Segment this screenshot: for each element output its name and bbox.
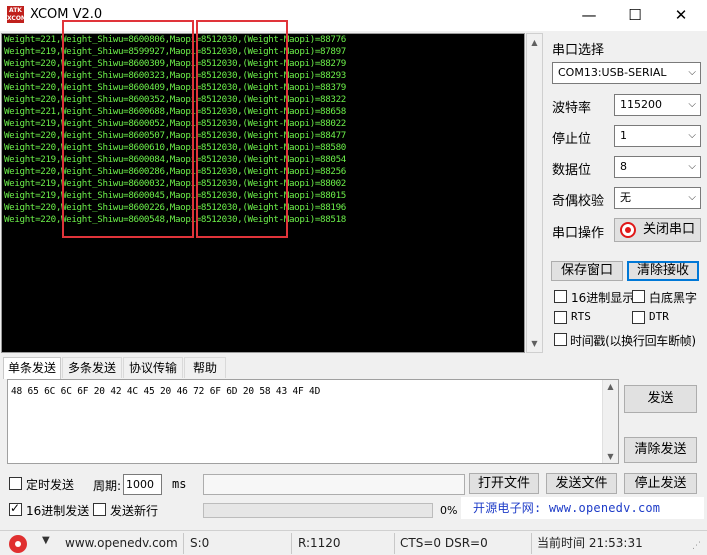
save-window-button[interactable]: 保存窗口 — [551, 261, 623, 281]
receive-scrollbar[interactable]: ▲ ▼ — [526, 33, 543, 353]
port-select-value: COM13:USB-SERIAL — [558, 66, 667, 79]
white-bg-checkbox[interactable] — [632, 290, 645, 303]
parity-label: 奇偶校验 — [552, 194, 605, 209]
chevron-down-icon: ⌵ — [688, 130, 696, 141]
progress-percent: 0% — [440, 504, 458, 517]
chevron-down-icon: ⌵ — [688, 192, 696, 203]
website-link[interactable]: 开源电子网: www.openedv.com — [461, 497, 704, 519]
send-newline-label: 发送新行 — [110, 504, 159, 518]
send-button[interactable]: 发送 — [624, 385, 697, 413]
chevron-down-icon: ⌵ — [688, 99, 696, 110]
send-text-content: 48 65 6C 6C 6F 20 42 4C 45 20 46 72 6F 6… — [11, 386, 321, 397]
maximize-button[interactable]: ☐ — [612, 0, 658, 31]
send-scrollbar[interactable]: ▲ ▼ — [602, 380, 618, 463]
status-sent-count: S:0 — [186, 533, 292, 554]
data-bits-label: 数据位 — [552, 163, 592, 178]
close-port-button[interactable]: 关闭串口 — [614, 218, 701, 242]
baud-rate-select[interactable]: 115200 ⌵ — [614, 94, 701, 116]
scroll-down-icon[interactable]: ▼ — [527, 335, 542, 352]
data-bits-select[interactable]: 8 ⌵ — [614, 156, 701, 178]
baud-rate-label: 波特率 — [552, 101, 592, 116]
file-path-input[interactable] — [203, 474, 465, 495]
hex-display-label: 16进制显示 — [571, 291, 635, 305]
chevron-down-icon[interactable]: ▼ — [42, 535, 50, 546]
scroll-up-icon[interactable]: ▲ — [603, 382, 618, 391]
send-file-button[interactable]: 发送文件 — [546, 473, 617, 494]
minimize-button[interactable]: — — [566, 0, 612, 31]
dtr-label: DTR — [649, 310, 669, 323]
app-logo-icon: ATK XCOM — [7, 6, 27, 23]
parity-value: 无 — [620, 191, 631, 204]
port-operation-label: 串口操作 — [552, 226, 605, 241]
send-progress-bar — [203, 503, 433, 518]
timed-send-label: 定时发送 — [26, 478, 75, 492]
data-bits-value: 8 — [620, 160, 627, 173]
status-url[interactable]: www.openedv.com — [61, 533, 184, 554]
clear-send-button[interactable]: 清除发送 — [624, 437, 697, 463]
close-button[interactable]: ✕ — [658, 0, 704, 31]
period-input[interactable]: 1000 — [123, 474, 162, 495]
baud-rate-value: 115200 — [620, 98, 662, 111]
port-status-icon — [620, 222, 636, 238]
hex-send-label: 16进制发送 — [26, 504, 90, 518]
send-textarea[interactable]: 48 65 6C 6C 6F 20 42 4C 45 20 46 72 6F 6… — [7, 379, 619, 464]
period-unit: ms — [172, 477, 187, 491]
rts-label: RTS — [571, 310, 591, 323]
stop-bits-label: 停止位 — [552, 132, 592, 147]
status-received-count: R:1120 — [294, 533, 395, 554]
chevron-down-icon: ⌵ — [688, 161, 696, 172]
settings-gear-icon[interactable] — [9, 535, 27, 553]
resize-grip-icon[interactable]: ⋰ — [692, 541, 701, 551]
stop-send-button[interactable]: 停止发送 — [624, 473, 697, 494]
stop-bits-select[interactable]: 1 ⌵ — [614, 125, 701, 147]
tab-protocol[interactable]: 协议传输 — [123, 357, 183, 378]
highlight-box-shiwu — [62, 20, 194, 238]
rts-checkbox[interactable] — [554, 311, 567, 324]
parity-select[interactable]: 无 ⌵ — [614, 187, 701, 209]
timestamp-label: 时间戳(以换行回车断帧) — [570, 334, 696, 348]
status-bar: ▼ www.openedv.com S:0 R:1120 CTS=0 DSR=0… — [0, 530, 707, 555]
hex-display-checkbox[interactable] — [554, 290, 567, 303]
scroll-down-icon[interactable]: ▼ — [603, 452, 618, 461]
timestamp-checkbox[interactable] — [554, 333, 567, 346]
hex-send-checkbox[interactable] — [9, 501, 22, 516]
period-label: 周期: — [93, 479, 122, 493]
open-file-button[interactable]: 打开文件 — [469, 473, 539, 494]
status-signals: CTS=0 DSR=0 DCD=0 — [396, 533, 532, 554]
tab-multi-send[interactable]: 多条发送 — [62, 357, 122, 378]
send-newline-checkbox[interactable] — [93, 503, 106, 516]
clear-receive-button[interactable]: 清除接收 — [627, 261, 699, 281]
port-select[interactable]: COM13:USB-SERIAL ⌵ — [552, 62, 701, 84]
timed-send-checkbox[interactable] — [9, 477, 22, 490]
status-time: 当前时间 21:53:31 — [537, 536, 643, 550]
port-select-label: 串口选择 — [552, 43, 605, 58]
highlight-box-maopi — [196, 20, 288, 238]
white-bg-label: 白底黑字 — [649, 291, 698, 305]
dtr-checkbox[interactable] — [632, 311, 645, 324]
scroll-up-icon[interactable]: ▲ — [527, 34, 542, 51]
stop-bits-value: 1 — [620, 129, 627, 142]
tab-help[interactable]: 帮助 — [184, 357, 226, 378]
chevron-down-icon: ⌵ — [688, 67, 696, 78]
tab-single-send[interactable]: 单条发送 — [3, 357, 61, 379]
close-port-label: 关闭串口 — [643, 222, 696, 237]
